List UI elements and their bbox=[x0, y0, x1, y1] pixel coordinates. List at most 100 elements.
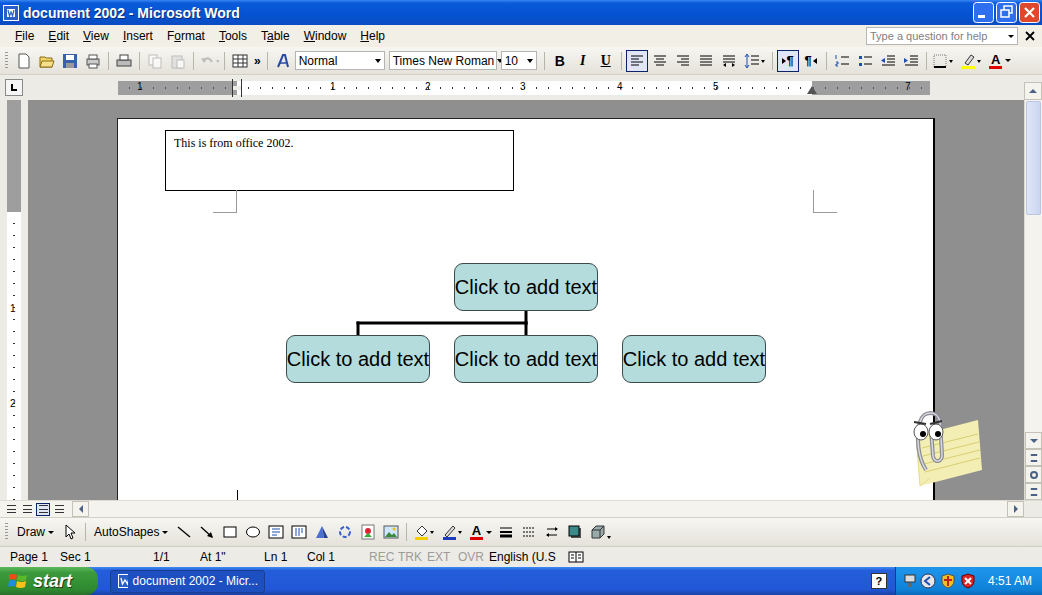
text-box[interactable]: This is from office 2002. bbox=[165, 130, 514, 191]
dash-style-button[interactable] bbox=[518, 521, 540, 543]
browse-object-button[interactable] bbox=[1025, 466, 1042, 483]
menu-item[interactable]: Help bbox=[353, 27, 392, 45]
vertical-scrollbar[interactable] bbox=[1024, 100, 1042, 500]
scroll-thumb[interactable] bbox=[1026, 101, 1041, 215]
line-style-button[interactable] bbox=[495, 521, 517, 543]
align-button[interactable] bbox=[672, 50, 694, 72]
menu-item[interactable]: View bbox=[76, 27, 116, 45]
next-page-button[interactable] bbox=[1025, 483, 1042, 500]
outline-view-icon[interactable] bbox=[52, 503, 66, 516]
draw-menu[interactable]: Draw bbox=[13, 521, 58, 543]
close-document-icon[interactable] bbox=[1024, 30, 1036, 42]
menu-item[interactable]: Window bbox=[297, 27, 354, 45]
menu-item[interactable]: Tools bbox=[212, 27, 254, 45]
vertical-text-box-button[interactable] bbox=[288, 521, 310, 543]
font-color-button[interactable]: A bbox=[987, 50, 1014, 72]
menu-item[interactable]: Format bbox=[160, 27, 212, 45]
styles-button[interactable] bbox=[272, 50, 294, 72]
text-direction-button[interactable]: ¶ bbox=[777, 50, 799, 72]
3d-style-button[interactable] bbox=[587, 521, 614, 543]
web-view-icon[interactable] bbox=[20, 503, 34, 516]
back-arrow-icon[interactable] bbox=[920, 573, 936, 589]
taskbar-button[interactable]: document 2002 - Micr... bbox=[110, 570, 265, 593]
close-icon[interactable] bbox=[1019, 2, 1040, 23]
drawing-font-color-button[interactable]: A bbox=[467, 521, 494, 543]
borders-button[interactable] bbox=[931, 50, 958, 72]
help-box[interactable]: Type a question for help bbox=[866, 27, 1018, 45]
bold-button[interactable]: B bbox=[549, 50, 571, 72]
scroll-up-button[interactable] bbox=[1024, 82, 1042, 100]
align-button[interactable] bbox=[649, 50, 671, 72]
text-direction-button[interactable]: ¶ bbox=[800, 50, 822, 72]
vertical-ruler[interactable]: 12 bbox=[0, 100, 28, 500]
scroll-down-button[interactable] bbox=[1025, 432, 1042, 449]
scroll-right-button[interactable] bbox=[1007, 501, 1024, 517]
indent-marker-icon[interactable] bbox=[232, 79, 242, 97]
menu-item[interactable]: Insert bbox=[116, 27, 160, 45]
page[interactable]: This is from office 2002. Click to add te… bbox=[117, 118, 935, 500]
diagram-button[interactable] bbox=[334, 521, 356, 543]
tab-selector[interactable] bbox=[5, 79, 23, 96]
increase-indent-button[interactable] bbox=[900, 50, 922, 72]
copy-button[interactable] bbox=[144, 50, 166, 72]
org-chart-node[interactable]: Click to add text bbox=[286, 335, 430, 383]
style-dropdown[interactable]: Normal bbox=[295, 51, 385, 70]
minimize-icon[interactable] bbox=[973, 2, 994, 23]
fill-color-button[interactable] bbox=[411, 521, 438, 543]
toolbar-overflow[interactable]: » bbox=[252, 54, 263, 68]
print-layout-view-icon[interactable] bbox=[36, 503, 50, 516]
line-color-button[interactable] bbox=[439, 521, 466, 543]
previous-page-button[interactable] bbox=[1025, 449, 1042, 466]
clip-art-button[interactable] bbox=[357, 521, 379, 543]
org-chart-root-node[interactable]: Click to add text bbox=[454, 263, 598, 311]
underline-button[interactable]: U bbox=[595, 50, 617, 72]
right-indent-icon[interactable] bbox=[807, 86, 817, 94]
office-assistant-icon[interactable] bbox=[890, 408, 986, 490]
arrow-style-button[interactable] bbox=[541, 521, 563, 543]
open-button[interactable] bbox=[36, 50, 58, 72]
autoshapes-menu[interactable]: AutoShapes bbox=[90, 521, 172, 543]
align-button[interactable] bbox=[626, 50, 648, 72]
permission-button[interactable] bbox=[82, 50, 104, 72]
normal-view-icon[interactable] bbox=[4, 503, 18, 516]
antivirus-shield-icon[interactable] bbox=[960, 573, 976, 589]
line-spacing-button[interactable] bbox=[741, 50, 768, 72]
font-size-dropdown[interactable]: 10 bbox=[501, 51, 537, 70]
wordart-button[interactable] bbox=[311, 521, 333, 543]
font-dropdown[interactable]: Times New Roman bbox=[389, 51, 497, 70]
spelling-book-icon[interactable] bbox=[568, 550, 584, 564]
menu-item[interactable]: File bbox=[8, 27, 41, 45]
menu-item[interactable]: Table bbox=[254, 27, 297, 45]
help-tray-icon[interactable]: ? bbox=[871, 573, 887, 589]
align-button[interactable] bbox=[695, 50, 717, 72]
bullets-button[interactable] bbox=[854, 50, 876, 72]
picture-button[interactable] bbox=[380, 521, 402, 543]
scroll-track[interactable] bbox=[1025, 216, 1042, 432]
network-icon[interactable] bbox=[904, 573, 916, 589]
horizontal-scroll-track[interactable] bbox=[89, 501, 1007, 517]
menu-item[interactable]: Edit bbox=[41, 27, 76, 45]
numbering-button[interactable] bbox=[831, 50, 853, 72]
italic-button[interactable]: I bbox=[572, 50, 594, 72]
paste-button[interactable] bbox=[167, 50, 189, 72]
highlight-button[interactable] bbox=[959, 50, 986, 72]
decrease-indent-button[interactable] bbox=[877, 50, 899, 72]
distribute-button[interactable] bbox=[718, 50, 740, 72]
restore-icon[interactable] bbox=[996, 2, 1017, 23]
shadow-style-button[interactable] bbox=[564, 521, 586, 543]
arrow-button[interactable] bbox=[196, 521, 218, 543]
start-button[interactable]: start bbox=[0, 567, 98, 595]
new-button[interactable] bbox=[13, 50, 35, 72]
rectangle-button[interactable] bbox=[219, 521, 241, 543]
text-box-button[interactable] bbox=[265, 521, 287, 543]
org-chart-node[interactable]: Click to add text bbox=[622, 335, 766, 383]
print-button[interactable] bbox=[113, 50, 135, 72]
select-objects-button[interactable] bbox=[59, 521, 81, 543]
undo-button[interactable] bbox=[198, 50, 220, 72]
security-shield-icon[interactable] bbox=[940, 573, 956, 589]
insert-table-button[interactable] bbox=[229, 50, 251, 72]
org-chart-node[interactable]: Click to add text bbox=[454, 335, 598, 383]
oval-button[interactable] bbox=[242, 521, 264, 543]
save-button[interactable] bbox=[59, 50, 81, 72]
line-button[interactable] bbox=[173, 521, 195, 543]
